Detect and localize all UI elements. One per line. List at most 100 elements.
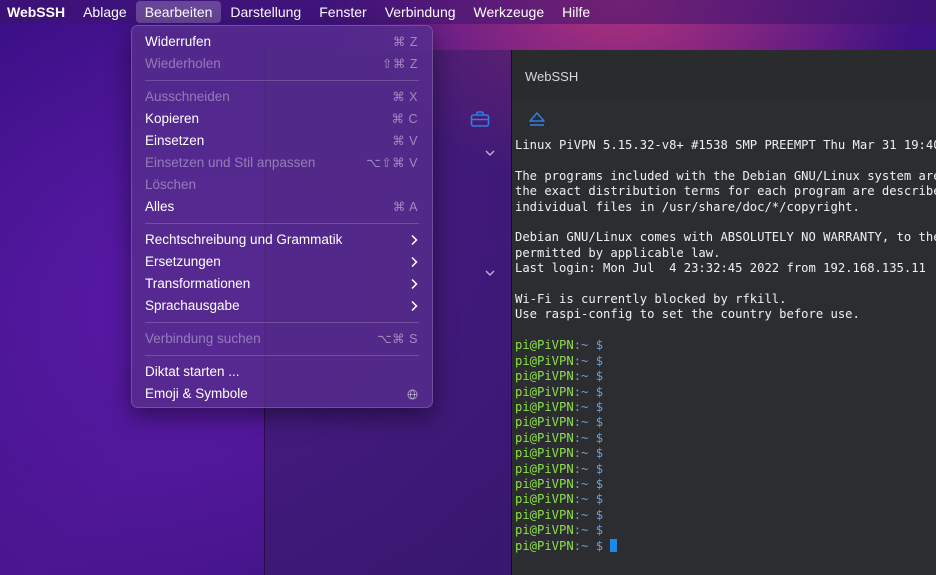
chevron-right-icon — [411, 300, 418, 312]
shortcut-label: ⌘ A — [392, 200, 418, 214]
menu-item-label: Sprachausgabe — [145, 298, 240, 313]
prompt-path: :~ $ — [573, 476, 604, 491]
menu-item-undo[interactable]: Widerrufen ⌘ Z — [132, 31, 432, 53]
prompt-user: pi@PiVPN — [515, 523, 574, 538]
menu-item-label: Einsetzen — [145, 133, 205, 148]
prompt-path: :~ $ — [573, 492, 604, 507]
eject-icon[interactable] — [528, 111, 546, 129]
terminal-line: permitted by applicable law. — [515, 245, 721, 260]
menu-verbindung[interactable]: Verbindung — [376, 1, 465, 23]
shortcut-label: ⌘ X — [392, 90, 418, 104]
menu-separator — [145, 223, 419, 224]
chevron-down-icon[interactable] — [483, 146, 497, 160]
terminal-output[interactable]: Linux PiVPN 5.15.32-v8+ #1538 SMP PREEMP… — [515, 138, 936, 554]
menu-item-label: Rechtschreibung und Grammatik — [145, 232, 343, 247]
prompt-path: :~ $ — [573, 353, 604, 368]
shortcut-label: ⌥⌘ S — [377, 332, 418, 346]
prompt-user: pi@PiVPN — [515, 353, 574, 368]
prompt-user: pi@PiVPN — [515, 476, 574, 491]
chevron-right-icon — [411, 256, 418, 268]
prompt-user: pi@PiVPN — [515, 430, 574, 445]
chevron-down-icon[interactable] — [483, 266, 497, 280]
shortcut-label: ⌥⇧⌘ V — [366, 156, 418, 170]
prompt-user: pi@PiVPN — [515, 369, 574, 384]
menu-item-label: Löschen — [145, 177, 197, 192]
terminal-line: Use raspi-config to set the country befo… — [515, 307, 860, 322]
prompt-path: :~ $ — [573, 538, 604, 553]
terminal-line: The programs included with the Debian GN… — [515, 168, 936, 183]
menu-item-label: Wiederholen — [145, 56, 221, 71]
prompt-path: :~ $ — [573, 446, 604, 461]
prompt-path: :~ $ — [573, 507, 604, 522]
menu-separator — [145, 355, 419, 356]
menu-item-label: Diktat starten ... — [145, 364, 240, 379]
prompt-user: pi@PiVPN — [515, 538, 574, 553]
menu-item-label: Verbindung suchen — [145, 331, 261, 346]
terminal-prompt-line: pi@PiVPN:~ $ — [515, 354, 603, 368]
menu-item-label: Kopieren — [145, 111, 200, 126]
menu-hilfe[interactable]: Hilfe — [553, 1, 599, 23]
prompt-path: :~ $ — [573, 461, 604, 476]
terminal-titlebar: WebSSH — [512, 50, 936, 102]
chevron-right-icon — [411, 234, 418, 246]
shortcut-label: ⌘ V — [392, 134, 418, 148]
prompt-user: pi@PiVPN — [515, 415, 574, 430]
menu-item-spelling[interactable]: Rechtschreibung und Grammatik — [132, 229, 432, 251]
terminal-line: Debian GNU/Linux comes with ABSOLUTELY N… — [515, 230, 936, 245]
shortcut-label: ⌘ C — [391, 112, 418, 126]
terminal-prompt-line: pi@PiVPN:~ $ — [515, 431, 603, 445]
prompt-user: pi@PiVPN — [515, 492, 574, 507]
menu-darstellung[interactable]: Darstellung — [221, 1, 310, 23]
terminal-prompt-line: pi@PiVPN:~ $ — [515, 508, 603, 522]
terminal-prompt-line: pi@PiVPN:~ $ — [515, 523, 603, 537]
terminal-prompt-line: pi@PiVPN:~ $ — [515, 477, 603, 491]
menu-item-select-all[interactable]: Alles ⌘ A — [132, 196, 432, 218]
menu-item-copy[interactable]: Kopieren ⌘ C — [132, 108, 432, 130]
terminal-line: Linux PiVPN 5.15.32-v8+ #1538 SMP PREEMP… — [515, 138, 936, 152]
terminal-prompt-line: pi@PiVPN:~ $ — [515, 446, 603, 460]
menu-item-emoji[interactable]: Emoji & Symbole — [132, 383, 432, 405]
terminal-line: the exact distribution terms for each pr… — [515, 184, 936, 199]
shortcut-label: ⌘ Z — [392, 35, 418, 49]
menu-item-label: Ersetzungen — [145, 254, 221, 269]
menu-item-label: Transformationen — [145, 276, 251, 291]
menu-item-transformations[interactable]: Transformationen — [132, 273, 432, 295]
globe-icon — [407, 388, 418, 400]
menu-item-label: Emoji & Symbole — [145, 386, 248, 401]
terminal-line: individual files in /usr/share/doc/*/cop… — [515, 199, 860, 214]
terminal-prompt-line: pi@PiVPN:~ $ — [515, 385, 603, 399]
menu-item-dictation[interactable]: Diktat starten ... — [132, 361, 432, 383]
menu-item-label: Widerrufen — [145, 34, 212, 49]
prompt-user: pi@PiVPN — [515, 399, 574, 414]
briefcase-icon[interactable] — [470, 110, 490, 128]
prompt-path: :~ $ — [573, 430, 604, 445]
menu-item-paste[interactable]: Einsetzen ⌘ V — [132, 130, 432, 152]
terminal-window[interactable]: WebSSH Linux PiVPN 5.15.32-v8+ #1538 SMP… — [511, 50, 936, 575]
menu-separator — [145, 80, 419, 81]
menu-item-substitutions[interactable]: Ersetzungen — [132, 251, 432, 273]
terminal-prompt-line: pi@PiVPN:~ $ — [515, 369, 603, 383]
terminal-prompt-line: pi@PiVPN:~ $ — [515, 338, 603, 352]
menu-item-label: Ausschneiden — [145, 89, 230, 104]
menu-fenster[interactable]: Fenster — [310, 1, 375, 23]
menu-app-name[interactable]: WebSSH — [0, 1, 74, 23]
menu-item-redo: Wiederholen ⇧⌘ Z — [132, 53, 432, 75]
prompt-user: pi@PiVPN — [515, 461, 574, 476]
menu-item-speech[interactable]: Sprachausgabe — [132, 295, 432, 317]
menu-werkzeuge[interactable]: Werkzeuge — [465, 1, 554, 23]
menu-item-label: Einsetzen und Stil anpassen — [145, 155, 316, 170]
terminal-prompt-line: pi@PiVPN:~ $ — [515, 492, 603, 506]
terminal-toolbar — [512, 102, 936, 136]
menu-bearbeiten[interactable]: Bearbeiten — [135, 1, 222, 23]
menu-ablage[interactable]: Ablage — [74, 1, 136, 23]
edit-menu: Widerrufen ⌘ Z Wiederholen ⇧⌘ Z Ausschne… — [131, 25, 433, 408]
menu-item-paste-style: Einsetzen und Stil anpassen ⌥⇧⌘ V — [132, 152, 432, 174]
terminal-line: Last login: Mon Jul 4 23:32:45 2022 from… — [515, 261, 926, 276]
menu-item-cut: Ausschneiden ⌘ X — [132, 86, 432, 108]
prompt-path: :~ $ — [573, 369, 604, 384]
menu-item-label: Alles — [145, 199, 175, 214]
menu-separator — [145, 322, 419, 323]
shortcut-label: ⇧⌘ Z — [381, 57, 418, 71]
terminal-prompt-line: pi@PiVPN:~ $ — [515, 538, 618, 553]
terminal-prompt-line: pi@PiVPN:~ $ — [515, 415, 603, 429]
